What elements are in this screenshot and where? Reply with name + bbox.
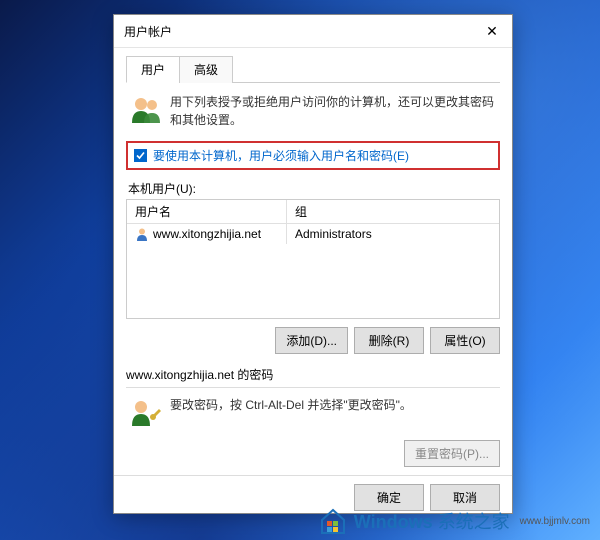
tab-strip: 用户 高级 — [126, 56, 500, 83]
user-actions-row: 添加(D)... 删除(R) 属性(O) — [126, 319, 500, 362]
brand-url: www.bjjmlv.com — [520, 516, 590, 527]
users-section-label: 本机用户(U): — [128, 180, 500, 197]
key-icon — [130, 396, 162, 428]
row-username: www.xitongzhijia.net — [153, 227, 261, 241]
titlebar: 用户帐户 ✕ — [114, 15, 512, 48]
users-listview[interactable]: 用户名 组 www.xitongzhijia.net Administrator… — [126, 199, 500, 319]
checkbox-icon — [134, 149, 147, 162]
table-row[interactable]: www.xitongzhijia.net Administrators — [127, 224, 499, 245]
reset-row: 重置密码(P)... — [126, 432, 500, 475]
user-group-icon — [130, 93, 162, 125]
checkbox-label: 要使用本计算机，用户必须输入用户名和密码(E) — [153, 147, 409, 164]
brand-text: Windows 系统之家 — [354, 508, 510, 534]
properties-button[interactable]: 属性(O) — [430, 327, 500, 354]
dialog-title: 用户帐户 — [124, 23, 172, 40]
watermark-logo: Windows 系统之家 www.bjjmlv.com — [318, 506, 590, 536]
tab-advanced[interactable]: 高级 — [179, 56, 233, 83]
description-text: 用下列表授予或拒绝用户访问你的计算机，还可以更改其密码和其他设置。 — [170, 93, 496, 129]
dialog-body: 用户 高级 用下列表授予或拒绝用户访问你的计算机，还可以更改其密码和其他设置。 … — [114, 48, 512, 475]
tab-users[interactable]: 用户 — [126, 56, 180, 83]
house-icon — [318, 506, 348, 536]
reset-password-button[interactable]: 重置密码(P)... — [404, 440, 500, 467]
col-header-group[interactable]: 组 — [287, 200, 499, 223]
list-header: 用户名 组 — [127, 200, 499, 224]
password-section-label: www.xitongzhijia.net 的密码 — [126, 366, 500, 383]
description-row: 用下列表授予或拒绝用户访问你的计算机，还可以更改其密码和其他设置。 — [126, 83, 500, 139]
password-hint-text: 要改密码，按 Ctrl-Alt-Del 并选择"更改密码"。 — [170, 396, 412, 414]
add-button[interactable]: 添加(D)... — [275, 327, 348, 354]
col-header-username[interactable]: 用户名 — [127, 200, 287, 223]
row-group: Administrators — [287, 224, 499, 244]
close-icon[interactable]: ✕ — [480, 21, 504, 41]
user-accounts-dialog: 用户帐户 ✕ 用户 高级 用下列表授予或拒绝用户访问你的计算机，还可以更改其密码… — [113, 14, 513, 514]
password-row: 要改密码，按 Ctrl-Alt-Del 并选择"更改密码"。 — [126, 392, 500, 432]
highlight-annotation: 要使用本计算机，用户必须输入用户名和密码(E) — [126, 141, 500, 170]
remove-button[interactable]: 删除(R) — [354, 327, 424, 354]
require-password-checkbox[interactable]: 要使用本计算机，用户必须输入用户名和密码(E) — [134, 147, 492, 164]
user-icon — [135, 227, 149, 241]
divider — [126, 387, 500, 388]
